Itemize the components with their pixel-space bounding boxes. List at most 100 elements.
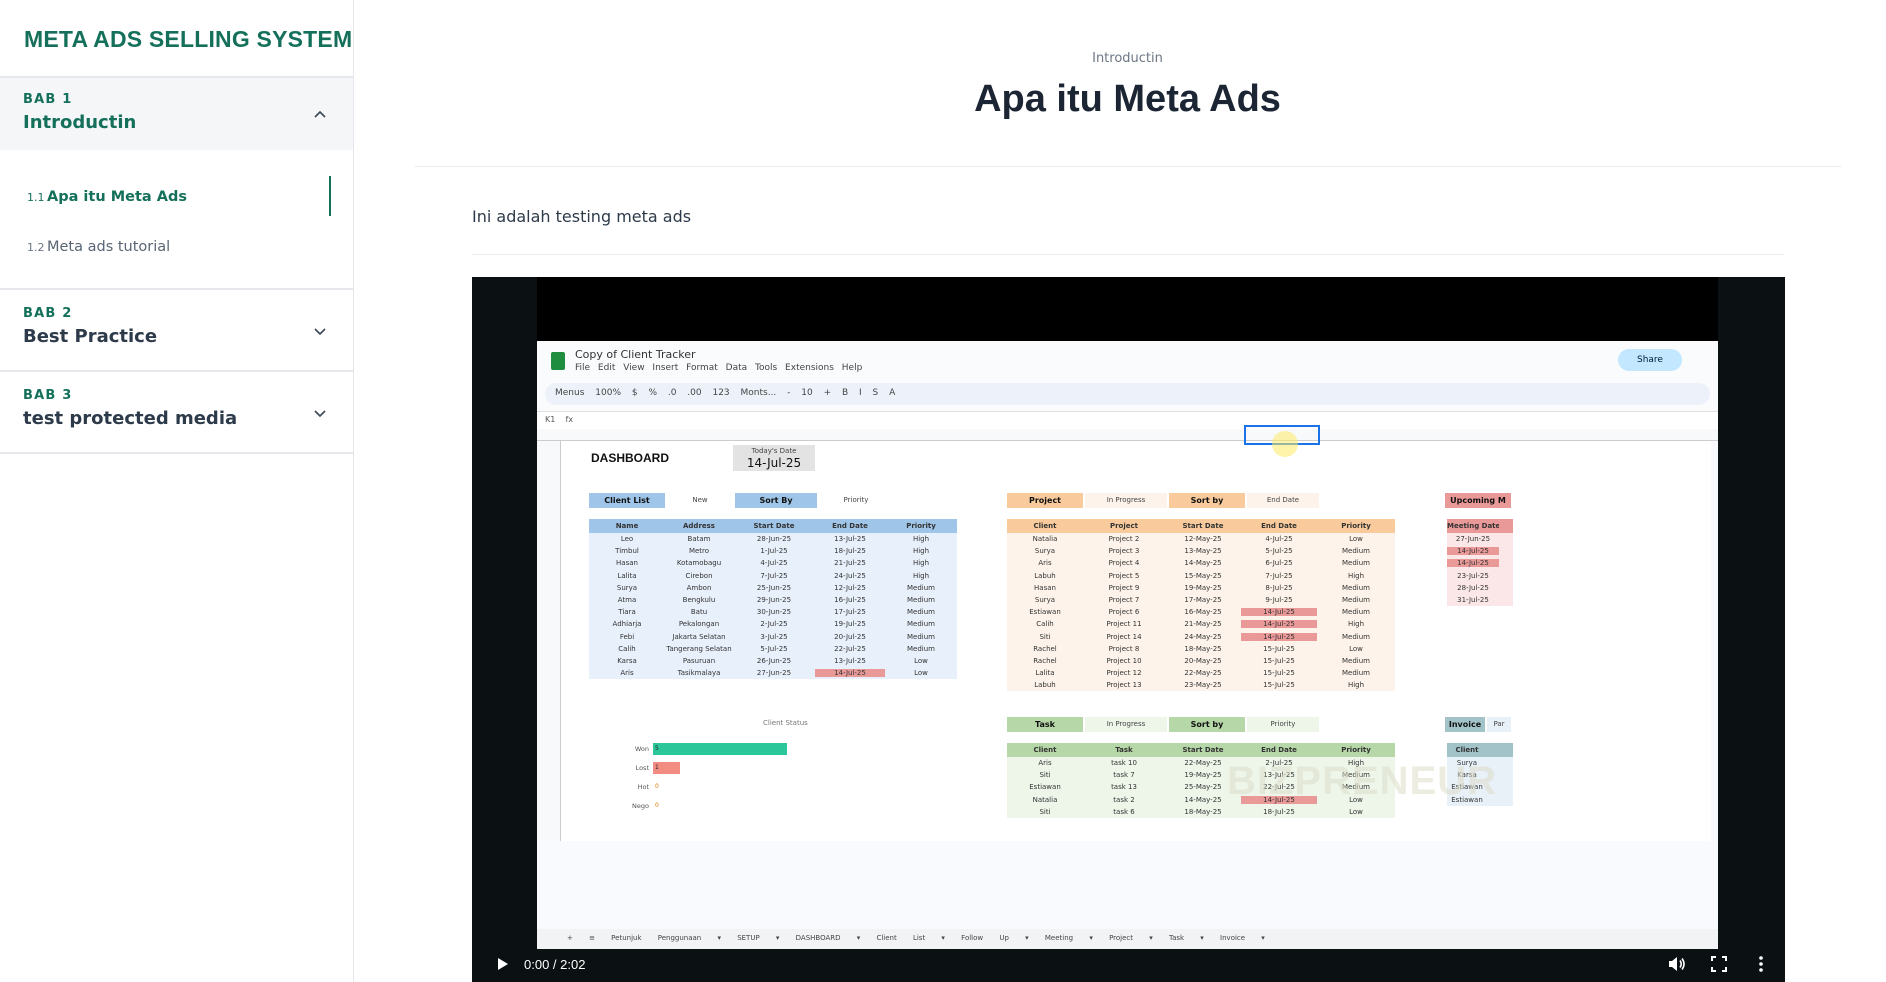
table-cell: Adhiarja: [612, 620, 642, 629]
table-header: Client Project Start Date End Date Priority: [1007, 519, 1395, 533]
table-cell: 17-May-25: [1184, 596, 1222, 605]
chapter-2-number: BAB 2: [23, 306, 73, 321]
table-header: Name Address Start Date End Date Priority: [589, 519, 957, 533]
status-bar-row: Won 5: [629, 743, 787, 755]
table-cell: 16-May-25: [1184, 608, 1222, 617]
table-cell: 13-May-25: [1184, 547, 1222, 556]
table-cell: 22-May-25: [1184, 669, 1222, 678]
video-letterbox: [537, 277, 1718, 341]
table-cell: Project 4: [1108, 559, 1140, 568]
sheet-toolbar: Menus 100% $ % .0 .00 123 Monts... - 10 …: [545, 383, 1710, 405]
chevron-down-icon[interactable]: [313, 406, 327, 420]
lesson-item-1-2[interactable]: 1.2 Meta ads tutorial: [0, 222, 353, 272]
table-cell: 19-Jul-25: [834, 620, 866, 629]
table-cell: Metro: [688, 547, 710, 556]
table-cell: Rachel: [1033, 656, 1057, 665]
table-cell: High: [912, 571, 930, 580]
table-row: 31-Jul-25: [1447, 594, 1513, 606]
table-cell: 21-Jul-25: [834, 559, 866, 568]
status-bar-row: Nego 0: [629, 800, 659, 812]
chapter-3-header[interactable]: BAB 3 test protected media: [0, 372, 353, 454]
sheet-formula-bar: K1 fx: [537, 411, 1718, 429]
table-cell: 27-Jun-25: [1455, 535, 1491, 544]
table-cell: Low: [914, 656, 928, 665]
more-options-icon[interactable]: [1751, 954, 1771, 974]
table-cell: 18-Jul-25: [834, 547, 866, 556]
video-player[interactable]: Copy of Client Tracker File Edit View In…: [472, 277, 1785, 982]
status-bar-label: Nego: [632, 802, 649, 810]
table-row: Febi Jakarta Selatan 3-Jul-25 20-Jul-25 Medi…: [589, 631, 957, 643]
table-cell: task 13: [1111, 783, 1137, 792]
task-filter: In Progress: [1085, 717, 1167, 732]
status-bar-label: Lost: [635, 764, 649, 772]
video-controls-right: [1667, 946, 1771, 982]
table-row: 28-Jul-25: [1447, 582, 1513, 594]
table-cell: 23-May-25: [1184, 681, 1222, 690]
project-table: Client Project Start Date End Date Priority N…: [1007, 519, 1395, 692]
table-cell: 21-May-25: [1184, 620, 1222, 629]
lesson-item-1-1[interactable]: 1.1 Apa itu Meta Ads: [0, 172, 353, 222]
table-row: Rachel Project 10 20-May-25 15-Jul-25 Medium: [1007, 655, 1395, 667]
table-cell: Medium: [1342, 596, 1370, 605]
table-row: Surya Project 7 17-May-25 9-Jul-25 Medium: [1007, 594, 1395, 606]
table-cell: 15-Jul-25: [1263, 656, 1295, 665]
table-cell: Labuh: [1034, 681, 1056, 690]
task-sort: Sort by: [1169, 717, 1245, 732]
sheet-menu-bar: File Edit View Insert Format Data Tools …: [575, 363, 863, 373]
chapter-1-header[interactable]: BAB 1 Introductin: [0, 78, 353, 150]
table-cell: High: [912, 547, 930, 556]
play-button[interactable]: [484, 946, 522, 982]
table-cell: 12-May-25: [1184, 535, 1222, 544]
table-cell: Karsa: [617, 656, 637, 665]
volume-icon[interactable]: [1667, 954, 1687, 974]
invoice-label-2: Par: [1487, 717, 1511, 732]
table-cell: 7-Jul-25: [760, 571, 788, 580]
status-bar-row: Hot 0: [629, 781, 659, 793]
table-cell: 4-Jul-25: [760, 559, 788, 568]
table-cell: Batu: [690, 608, 708, 617]
table-cell: Hasan: [1034, 583, 1056, 592]
table-row: 14-Jul-25: [1447, 557, 1513, 569]
table-cell: 13-Jul-25: [834, 535, 866, 544]
table-cell: High: [1347, 620, 1365, 629]
hand-cursor-icon: [1272, 431, 1298, 457]
table-cell: High: [1347, 681, 1365, 690]
table-cell: Lalita: [1035, 669, 1055, 678]
table-cell: Project 2: [1108, 535, 1140, 544]
table-row: Karsa Pasuruan 26-Jun-25 13-Jul-25 Low: [589, 655, 957, 667]
table-cell: 6-Jul-25: [1265, 559, 1293, 568]
status-bar: 0: [655, 783, 659, 790]
chapter-2-header[interactable]: BAB 2 Best Practice: [0, 290, 353, 372]
today-value: 14-Jul-25: [746, 456, 802, 470]
table-cell: 18-May-25: [1184, 807, 1222, 816]
table-cell: Medium: [907, 608, 935, 617]
table-cell: 27-Jun-25: [756, 669, 792, 678]
table-cell: Project 3: [1108, 547, 1140, 556]
table-cell: 16-Jul-25: [834, 596, 866, 605]
table-row: Timbul Metro 1-Jul-25 18-Jul-25 High: [589, 545, 957, 557]
chevron-up-icon[interactable]: [313, 108, 327, 122]
table-row: Surya Ambon 25-Jun-25 12-Jul-25 Medium: [589, 582, 957, 594]
table-cell: task 2: [1113, 795, 1135, 804]
column-header: Priority: [906, 522, 936, 530]
column-header: Task: [1115, 746, 1133, 754]
video-controls: 0:00 / 2:02: [472, 946, 1785, 982]
lesson-number: 1.2: [27, 240, 45, 254]
video-frame: Copy of Client Tracker File Edit View In…: [537, 341, 1718, 949]
status-bar-label: Hot: [637, 783, 649, 791]
play-icon: [498, 958, 508, 970]
table-cell: 4-Jul-25: [1265, 535, 1293, 544]
table-row: Calih Tangerang Selatan 5-Jul-25 22-Jul-25 M…: [589, 643, 957, 655]
table-cell: Aris: [1038, 559, 1052, 568]
table-row: Siti task 6 18-May-25 18-Jul-25 Low: [1007, 806, 1395, 818]
chapter-2-title: Best Practice: [23, 326, 158, 347]
table-cell: 3-Jul-25: [760, 632, 788, 641]
table-cell: 1-Jul-25: [760, 547, 788, 556]
table-cell: Project 9: [1108, 583, 1140, 592]
lesson-label: Apa itu Meta Ads: [47, 189, 187, 205]
table-cell: 20-May-25: [1184, 656, 1222, 665]
table-cell: 14-May-25: [1184, 559, 1222, 568]
table-cell: Pasuruan: [682, 656, 716, 665]
fullscreen-icon[interactable]: [1709, 954, 1729, 974]
chevron-down-icon[interactable]: [313, 324, 327, 338]
